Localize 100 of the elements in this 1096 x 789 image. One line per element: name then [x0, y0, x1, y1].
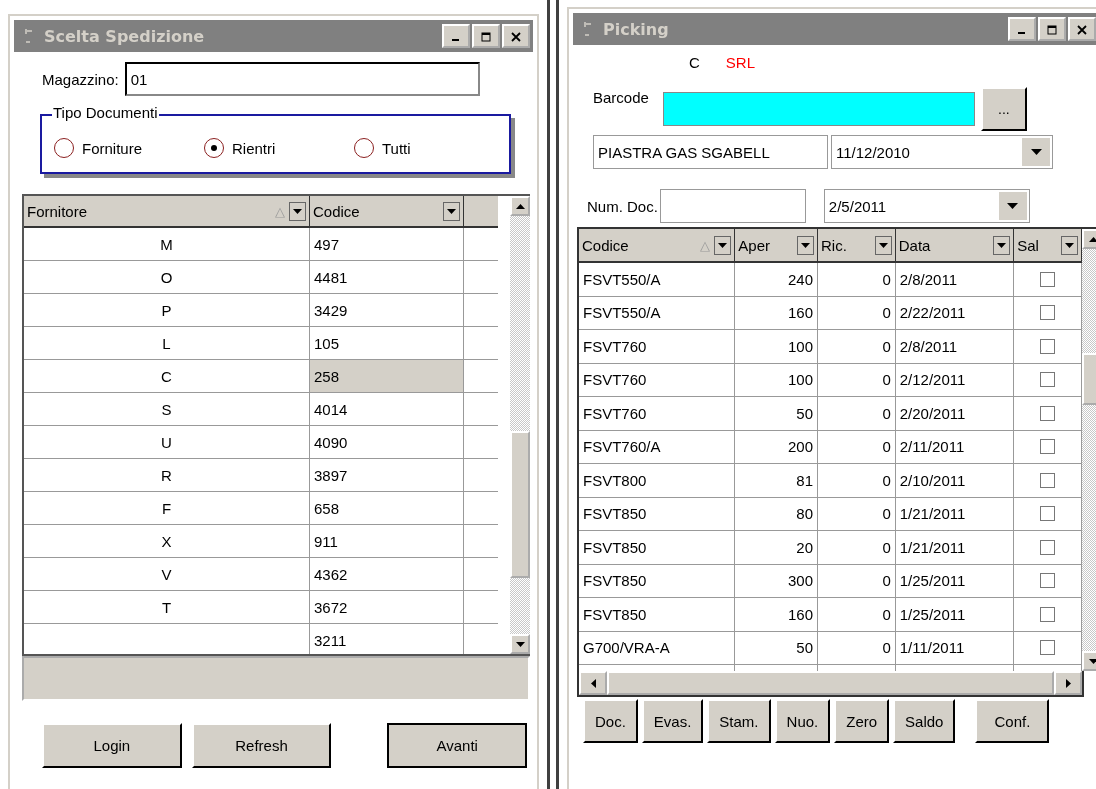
table-row[interactable]: M 497 — [24, 228, 498, 261]
table-row[interactable]: P 3429 — [24, 294, 498, 327]
column-header[interactable]: Fornitore △ — [24, 196, 310, 226]
table-row[interactable]: FSVT760 50 0 2/20/2011 — [579, 397, 1082, 431]
customer-name: SRL — [725, 53, 756, 71]
table-cell: 1/25/2011 — [895, 564, 1015, 597]
table-row[interactable]: X 911 — [24, 525, 498, 558]
table-cell: 497 — [310, 228, 464, 260]
action-button[interactable]: Stam. — [707, 699, 771, 743]
table-row[interactable]: O 4481 — [24, 261, 498, 294]
table-row[interactable]: FSVT850 20 0 1/21/2011 — [579, 531, 1082, 565]
table-row[interactable]: R 3897 — [24, 459, 498, 492]
table-cell: V — [24, 558, 310, 590]
table-cell: 0 — [818, 564, 896, 597]
table-cell: U — [24, 426, 310, 458]
table-cell: F — [24, 492, 310, 524]
table-row[interactable]: V 4362 — [24, 558, 498, 591]
date-dropdown[interactable]: 2/5/2011 — [823, 189, 1030, 223]
table-cell: M — [24, 228, 310, 260]
action-button[interactable]: Nuo. — [774, 699, 831, 743]
table-row[interactable]: FSVT850 80 0 1/21/2011 — [579, 497, 1082, 531]
browse-button[interactable]: ... — [980, 87, 1027, 131]
table-row[interactable]: S 4014 — [24, 393, 498, 426]
table-cell: 2/20/2011 — [895, 397, 1015, 430]
table-cell: X — [24, 525, 310, 557]
table-cell: 50 — [735, 397, 819, 430]
action-button[interactable]: Refresh — [191, 723, 332, 768]
table-cell: O — [24, 261, 310, 293]
column-header[interactable]: Codice △ — [579, 229, 736, 261]
action-button[interactable]: Zero — [834, 699, 890, 743]
description-field[interactable]: PIASTRA GAS SGABELL — [593, 135, 828, 169]
column-header[interactable]: Aper — [735, 229, 819, 261]
radio-option[interactable]: Forniture — [54, 138, 204, 158]
table-cell: 2/8/2011 — [895, 330, 1015, 363]
table-row[interactable]: FSVT550/A 160 0 2/22/2011 — [579, 296, 1082, 330]
table-cell: 0 — [818, 430, 896, 463]
table-row[interactable]: U 4090 — [24, 426, 498, 459]
window-title: Picking — [603, 19, 669, 39]
confirm-button[interactable]: Conf. — [975, 699, 1050, 743]
table-cell: FSVT850 — [579, 564, 736, 597]
table-row[interactable]: FSVT550/A 240 0 2/8/2011 — [579, 263, 1082, 297]
table-cell: 20 — [735, 531, 819, 564]
table-cell: 0 — [818, 263, 896, 296]
column-header[interactable]: Codice — [310, 196, 464, 226]
table-cell: 200 — [735, 430, 819, 463]
action-button[interactable]: Login — [42, 723, 182, 768]
table-cell: FSVT550/A — [579, 263, 736, 296]
table-cell: 105 — [310, 327, 464, 359]
table-cell: 0 — [818, 631, 896, 664]
table-cell: 160 — [735, 296, 819, 329]
customer-code: C — [689, 53, 700, 71]
table-row[interactable]: C 258 — [24, 360, 498, 393]
table-cell: 2/11/2011 — [895, 430, 1015, 463]
table-cell: 240 — [735, 263, 819, 296]
table-cell: 4014 — [310, 393, 464, 425]
action-button[interactable]: Avanti — [387, 723, 527, 768]
table-cell: 1/11/2011 — [895, 631, 1015, 664]
table-cell: FSVT800 — [579, 464, 736, 497]
table-row[interactable]: FSVT850 300 0 1/25/2011 — [579, 564, 1082, 598]
table-cell: 1/21/2011 — [895, 497, 1015, 530]
column-header[interactable]: Data — [895, 229, 1015, 261]
date-dropdown[interactable]: 11/12/2010 — [831, 135, 1053, 169]
table-row[interactable]: T 3672 — [24, 591, 498, 624]
table-cell: FSVT850 — [579, 598, 736, 631]
table-cell: FSVT550/A — [579, 296, 736, 329]
table-cell: 80 — [735, 497, 819, 530]
column-header[interactable]: Sal — [1014, 229, 1082, 261]
table-cell: 0 — [818, 497, 896, 530]
table-cell: 0 — [818, 598, 896, 631]
table-cell: 50 — [735, 631, 819, 664]
table-cell: 100 — [735, 363, 819, 396]
table-cell: 0 — [818, 464, 896, 497]
table-row[interactable]: FSVT760 100 0 2/8/2011 — [579, 330, 1082, 364]
table-cell: FSVT760 — [579, 330, 736, 363]
table-row[interactable]: F 658 — [24, 492, 498, 525]
action-button[interactable]: Evas. — [641, 699, 704, 743]
table-cell: 258 — [310, 360, 464, 392]
action-button[interactable]: Saldo — [893, 699, 956, 743]
table-cell: FSVT850 — [579, 497, 736, 530]
table-row[interactable]: FSVT850 160 0 1/25/2011 — [579, 598, 1082, 632]
table-row[interactable]: G700/VRA-A 50 0 1/11/2011 — [579, 631, 1082, 665]
num-doc-label: Num. Doc. — [587, 197, 658, 215]
table-cell: 2/12/2011 — [895, 363, 1015, 396]
table-cell: 4481 — [310, 261, 464, 293]
table-cell: 658 — [310, 492, 464, 524]
table-cell: 81 — [735, 464, 819, 497]
column-header[interactable]: Ric. — [818, 229, 896, 261]
table-cell: G700/VRA-A — [579, 631, 736, 664]
table-cell: 2/10/2011 — [895, 464, 1015, 497]
table-row[interactable]: FSVT800 81 0 2/10/2011 — [579, 464, 1082, 498]
magazzino-field[interactable]: 01 — [124, 62, 480, 96]
radio-option[interactable]: Rientri — [204, 138, 354, 158]
radio-option[interactable]: Tutti — [354, 138, 504, 158]
table-row[interactable]: FSVT760/A 200 0 2/11/2011 — [579, 430, 1082, 464]
table-row[interactable]: FSVT760 100 0 2/12/2011 — [579, 363, 1082, 397]
action-button[interactable]: Doc. — [583, 699, 638, 743]
table-cell: FSVT760 — [579, 363, 736, 396]
table-cell: FSVT760/A — [579, 430, 736, 463]
table-cell: 0 — [818, 397, 896, 430]
table-cell: R — [24, 459, 310, 491]
